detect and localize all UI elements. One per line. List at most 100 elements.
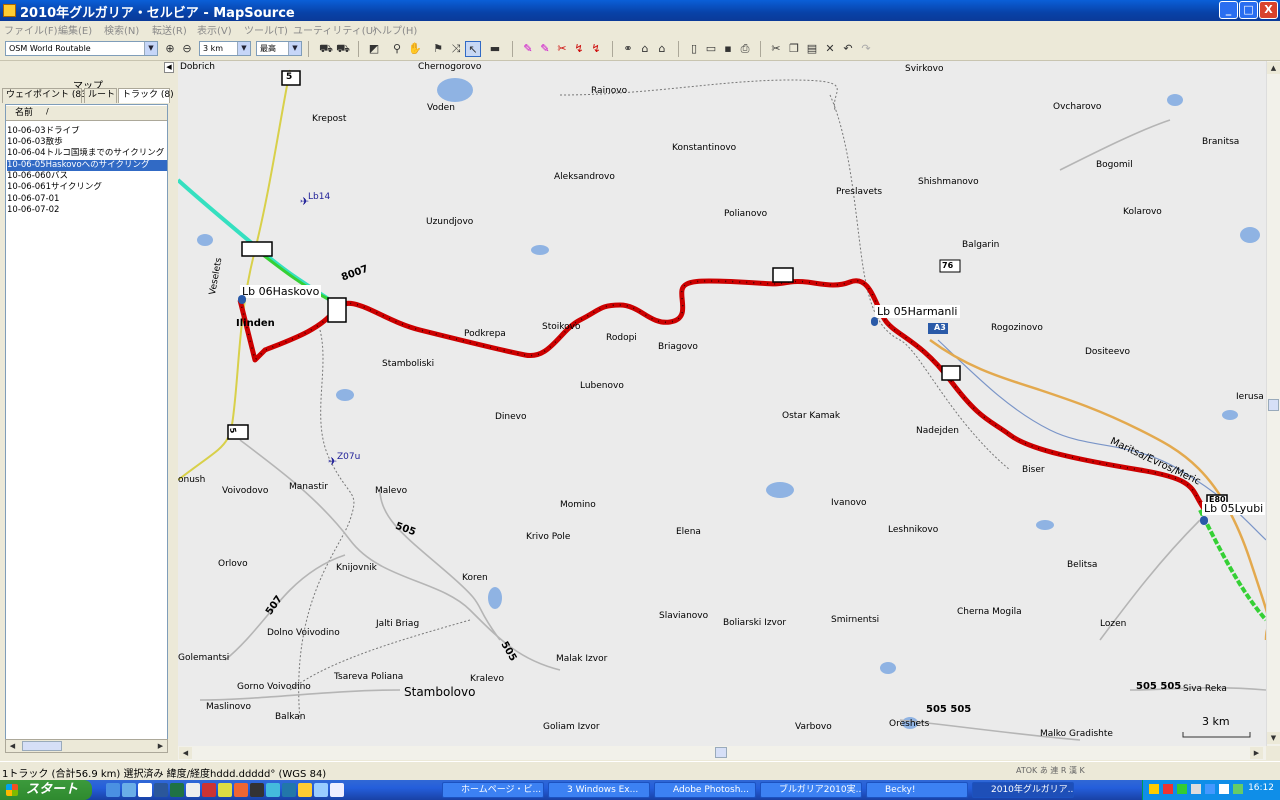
waypoint-flag-icon[interactable]: ⚑: [430, 41, 446, 57]
waypoint-marker-icon[interactable]: [871, 317, 878, 326]
quicklaunch-app-icon[interactable]: [298, 783, 312, 797]
delete-icon[interactable]: ✕: [822, 41, 838, 57]
print-icon[interactable]: ⎙: [737, 41, 753, 57]
quicklaunch-app-icon[interactable]: [266, 783, 280, 797]
quicklaunch-app-icon[interactable]: [250, 783, 264, 797]
waypoint-marker-icon[interactable]: [238, 295, 246, 304]
list-item[interactable]: 10-06-07-02: [7, 205, 167, 216]
airport-icon[interactable]: ✈: [328, 455, 337, 468]
scroll-thumb[interactable]: [715, 747, 727, 758]
minimize-button[interactable]: _: [1219, 1, 1238, 19]
tray-icon[interactable]: [1233, 784, 1243, 794]
map-vertical-scrollbar[interactable]: ▲ ▼: [1266, 61, 1280, 746]
find-places-icon[interactable]: ⌂: [637, 41, 653, 57]
waypoint-label[interactable]: Lb 06Haskovo: [240, 285, 322, 298]
track-tool-icon[interactable]: ✎: [520, 41, 536, 57]
maximize-button[interactable]: □: [1239, 1, 1258, 19]
send-device-icon[interactable]: ⛟: [335, 41, 351, 57]
task-button[interactable]: Adobe Photosh...: [654, 782, 756, 798]
menu-view[interactable]: 表示(V): [197, 22, 232, 37]
column-header-name[interactable]: 名前 /: [6, 106, 167, 121]
quicklaunch-app-icon[interactable]: [218, 783, 232, 797]
tray-icon[interactable]: [1205, 784, 1215, 794]
volume-icon[interactable]: [1219, 784, 1229, 794]
scroll-down-icon[interactable]: ▼: [1267, 732, 1280, 744]
menu-file[interactable]: ファイル(F): [4, 22, 58, 37]
tray-icon[interactable]: [1163, 784, 1173, 794]
scroll-right-icon[interactable]: ▶: [154, 740, 167, 752]
scroll-thumb[interactable]: [1268, 399, 1279, 411]
tray-icon[interactable]: [1191, 784, 1201, 794]
collapse-sidebar-icon[interactable]: ◀: [164, 62, 174, 73]
tab-routes[interactable]: ルート: [84, 88, 117, 103]
find-icon[interactable]: ⚭: [620, 41, 636, 57]
task-button[interactable]: 3 Windows Ex...: [548, 782, 650, 798]
quicklaunch-firefox-icon[interactable]: [234, 783, 248, 797]
save-icon[interactable]: ▪: [720, 41, 736, 57]
route-tool-icon[interactable]: ⤨: [448, 41, 464, 57]
erase-tool-icon[interactable]: ✂: [554, 41, 570, 57]
tray-icon[interactable]: [1177, 784, 1187, 794]
menu-transfer[interactable]: 転送(R): [152, 22, 187, 37]
copy-icon[interactable]: ❐: [786, 41, 802, 57]
hand-tool-icon[interactable]: ✋: [407, 41, 423, 57]
scroll-right-icon[interactable]: ▶: [1250, 747, 1263, 759]
close-button[interactable]: X: [1259, 1, 1278, 19]
tab-waypoints[interactable]: ウェイポイント (83): [2, 88, 90, 103]
waypoint-label[interactable]: Lb14: [308, 192, 330, 202]
task-button-active[interactable]: 2010年グルガリア...: [972, 782, 1074, 798]
receive-device-icon[interactable]: ⛟: [318, 41, 334, 57]
zoom-in-icon[interactable]: ⊕: [162, 41, 178, 57]
sidebar-horizontal-scrollbar[interactable]: ◀ ▶: [5, 739, 168, 753]
tab-tracks[interactable]: トラック (8): [118, 88, 174, 103]
list-item[interactable]: 10-06-03散歩: [7, 137, 167, 148]
find-address-icon[interactable]: ⌂: [654, 41, 670, 57]
detail-select[interactable]: 最高 ▼: [256, 41, 302, 56]
clock[interactable]: 16:12: [1248, 783, 1274, 793]
quicklaunch-app-icon[interactable]: [186, 783, 200, 797]
redo-icon[interactable]: ↷: [858, 41, 874, 57]
quicklaunch-app-icon[interactable]: [314, 783, 328, 797]
start-button[interactable]: スタート: [0, 780, 92, 800]
airport-icon[interactable]: ✈: [300, 195, 309, 208]
task-button[interactable]: ホームページ・ビ...: [442, 782, 544, 798]
list-item[interactable]: 10-06-04トルコ国境までのサイクリング: [7, 148, 167, 159]
menu-utilities[interactable]: ユーティリティ(U): [293, 22, 377, 37]
open-folder-icon[interactable]: ▭: [703, 41, 719, 57]
tray-icon[interactable]: [1149, 784, 1159, 794]
list-item[interactable]: 10-06-061サイクリング: [7, 182, 167, 193]
cut-icon[interactable]: ✂: [768, 41, 784, 57]
menu-help[interactable]: ヘルプ(H): [372, 22, 417, 37]
divide-tool-icon[interactable]: ↯: [588, 41, 604, 57]
quicklaunch-ie-icon[interactable]: [122, 783, 136, 797]
map-horizontal-scrollbar[interactable]: ◀ ▶: [178, 746, 1266, 760]
zoom-tool-icon[interactable]: ⚲: [389, 41, 405, 57]
zoom-select[interactable]: 3 km ▼: [199, 41, 251, 56]
scroll-up-icon[interactable]: ▲: [1267, 62, 1280, 74]
quicklaunch-app-icon[interactable]: [202, 783, 216, 797]
zoom-out-icon[interactable]: ⊖: [179, 41, 195, 57]
draw-tool-icon[interactable]: ✎: [537, 41, 553, 57]
map-product-select[interactable]: OSM World Routable ▼: [5, 41, 158, 56]
map-tool-icon[interactable]: ◩: [366, 41, 382, 57]
map-canvas[interactable]: Dobrich Chernogorovo Rainovo Svirkovo Vo…: [178, 61, 1266, 746]
quicklaunch-media-icon[interactable]: [138, 783, 152, 797]
scroll-left-icon[interactable]: ◀: [179, 747, 192, 759]
selected-track[interactable]: [237, 278, 1208, 512]
quicklaunch-desktop-icon[interactable]: [106, 783, 120, 797]
paste-icon[interactable]: ▤: [804, 41, 820, 57]
task-button[interactable]: Becky!: [866, 782, 968, 798]
menu-edit[interactable]: 編集(E): [58, 22, 92, 37]
waypoint-marker-icon[interactable]: [1200, 516, 1208, 525]
quicklaunch-excel-icon[interactable]: [170, 783, 184, 797]
undo-icon[interactable]: ↶: [840, 41, 856, 57]
waypoint-label[interactable]: Lb 05Harmanli: [875, 305, 960, 318]
menu-tools[interactable]: ツール(T): [244, 22, 288, 37]
menu-find[interactable]: 検索(N): [104, 22, 139, 37]
quicklaunch-app-icon[interactable]: [282, 783, 296, 797]
quicklaunch-word-icon[interactable]: [154, 783, 168, 797]
list-item[interactable]: 10-06-07-01: [7, 194, 167, 205]
scroll-left-icon[interactable]: ◀: [6, 740, 19, 752]
new-file-icon[interactable]: ▯: [686, 41, 702, 57]
quicklaunch-app-icon[interactable]: [330, 783, 344, 797]
